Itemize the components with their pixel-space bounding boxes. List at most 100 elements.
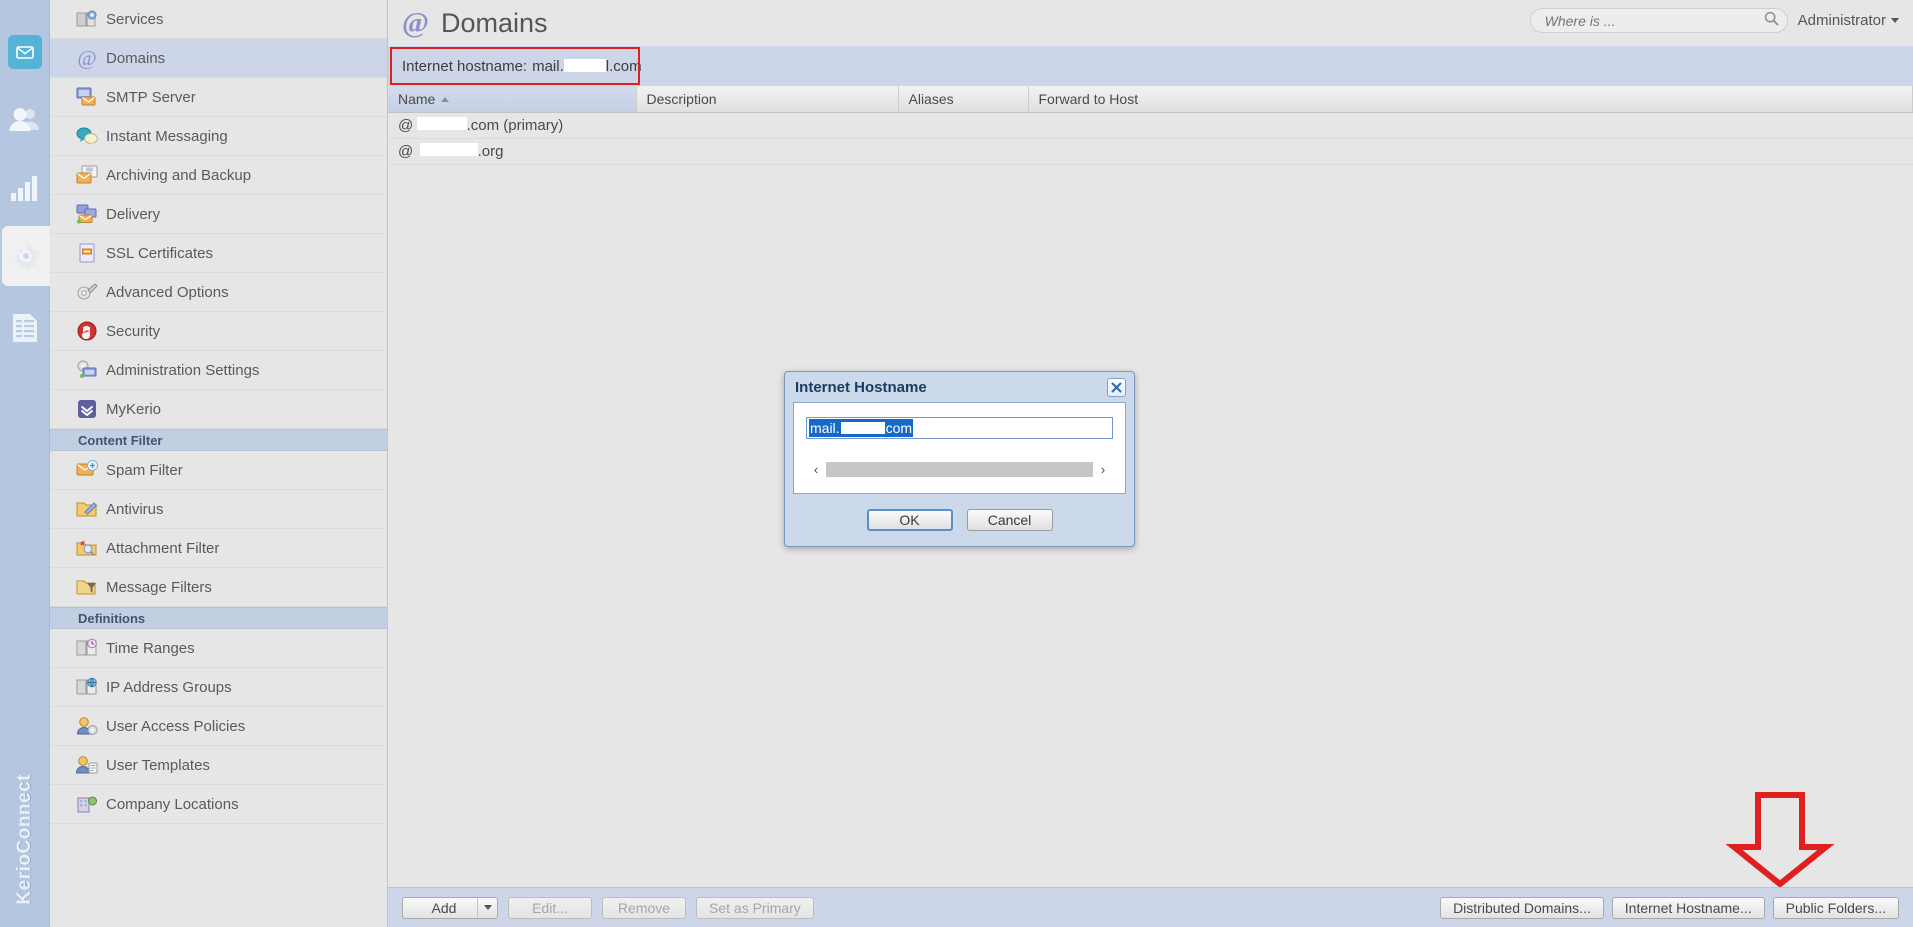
sidebar-item-instant-messaging[interactable]: Instant Messaging bbox=[50, 117, 387, 156]
user-templates-icon bbox=[76, 754, 98, 776]
antivirus-icon bbox=[76, 498, 98, 520]
internet-hostname-value: mail. l.com bbox=[532, 58, 642, 75]
add-button[interactable]: Add bbox=[402, 897, 498, 919]
sidebar-item-attachment-filter[interactable]: Attachment Filter bbox=[50, 529, 387, 568]
dialog-footer: OK Cancel bbox=[785, 494, 1134, 546]
sidebar-item-administration-settings[interactable]: Administration Settings bbox=[50, 351, 387, 390]
internet-hostname-button[interactable]: Internet Hostname... bbox=[1612, 897, 1765, 919]
domain-description-cell bbox=[636, 138, 898, 164]
sidebar-item-user-templates[interactable]: User Templates bbox=[50, 746, 387, 785]
sidebar-item-delivery[interactable]: Delivery bbox=[50, 195, 387, 234]
redaction-block bbox=[420, 143, 478, 156]
table-row[interactable]: @ .com (primary) bbox=[388, 112, 1913, 138]
table-row[interactable]: @ .org bbox=[388, 138, 1913, 164]
add-button-label: Add bbox=[403, 900, 477, 916]
sidebar-item-advanced-options[interactable]: Advanced Options bbox=[50, 273, 387, 312]
sidebar-item-services[interactable]: Services bbox=[50, 0, 387, 39]
sidebar-item-user-access-policies[interactable]: User Access Policies bbox=[50, 707, 387, 746]
remove-button[interactable]: Remove bbox=[602, 897, 686, 919]
hostname-input[interactable]: mail.com bbox=[806, 417, 1113, 439]
user-access-policies-icon bbox=[76, 715, 98, 737]
dialog-title: Internet Hostname bbox=[795, 379, 927, 396]
chevron-right-icon[interactable]: › bbox=[1093, 461, 1113, 478]
ok-button[interactable]: OK bbox=[867, 509, 953, 531]
rail-item-configuration[interactable] bbox=[2, 226, 50, 286]
sidebar-item-label: Services bbox=[106, 11, 164, 28]
hostname-prefix: mail. bbox=[532, 58, 564, 75]
mykerio-icon bbox=[76, 398, 98, 420]
edit-button[interactable]: Edit... bbox=[508, 897, 592, 919]
security-icon bbox=[76, 320, 98, 342]
chevron-left-icon[interactable]: ‹ bbox=[806, 461, 826, 478]
cancel-button[interactable]: Cancel bbox=[967, 509, 1053, 531]
hostname-suffix: l.com bbox=[606, 58, 642, 75]
rail-item-logs[interactable] bbox=[0, 298, 50, 358]
at-domains-icon: @ bbox=[398, 143, 413, 160]
internet-hostname-dialog: Internet Hostname mail.com ‹ › OK Cancel bbox=[784, 371, 1135, 547]
sidebar-item-label: IP Address Groups bbox=[106, 679, 232, 696]
horizontal-scrollbar[interactable]: ‹ › bbox=[806, 461, 1113, 478]
scrollbar-track[interactable] bbox=[826, 462, 1093, 477]
sidebar-item-label: Domains bbox=[106, 50, 165, 67]
sidebar-item-ssl-certificates[interactable]: SSL Certificates bbox=[50, 234, 387, 273]
brand-label: KerioConnect bbox=[14, 774, 36, 905]
sidebar-empty-space bbox=[50, 824, 387, 927]
message-filters-icon bbox=[76, 576, 98, 598]
sidebar-item-label: Spam Filter bbox=[106, 462, 183, 479]
redaction-block bbox=[564, 59, 606, 72]
sidebar-item-label: User Access Policies bbox=[106, 718, 245, 735]
sidebar-item-label: Advanced Options bbox=[106, 284, 229, 301]
dialog-body: mail.com ‹ › bbox=[793, 402, 1126, 494]
sidebar-item-spam-filter[interactable]: Spam Filter bbox=[50, 451, 387, 490]
chevron-down-icon[interactable] bbox=[477, 898, 497, 918]
sidebar-item-domains[interactable]: @ Domains bbox=[50, 39, 387, 78]
distributed-domains-button[interactable]: Distributed Domains... bbox=[1440, 897, 1604, 919]
account-menu[interactable]: Administrator bbox=[1798, 12, 1899, 29]
main-content: @ Domains Administrator Internet hostnam… bbox=[388, 0, 1913, 927]
icon-rail: KerioConnect bbox=[0, 0, 50, 927]
hostname-input-suffix: com bbox=[886, 420, 912, 436]
company-locations-icon bbox=[76, 793, 98, 815]
sidebar-item-label: Antivirus bbox=[106, 501, 164, 518]
rail-item-users[interactable] bbox=[0, 90, 50, 150]
sidebar-item-label: SSL Certificates bbox=[106, 245, 213, 262]
public-folders-button[interactable]: Public Folders... bbox=[1773, 897, 1899, 919]
gear-configuration-icon bbox=[10, 240, 42, 272]
sidebar-item-label: SMTP Server bbox=[106, 89, 196, 106]
sidebar-item-company-locations[interactable]: Company Locations bbox=[50, 785, 387, 824]
column-header-aliases[interactable]: Aliases bbox=[898, 86, 1028, 112]
page-header: @ Domains Administrator bbox=[388, 0, 1913, 46]
column-header-name[interactable]: Name bbox=[388, 86, 636, 112]
search-box[interactable] bbox=[1530, 8, 1788, 33]
at-domains-icon: @ bbox=[402, 9, 429, 38]
rail-item-mail[interactable] bbox=[0, 22, 50, 82]
sidebar-item-mykerio[interactable]: MyKerio bbox=[50, 390, 387, 429]
sidebar-item-time-ranges[interactable]: Time Ranges bbox=[50, 629, 387, 668]
rail-item-statistics[interactable] bbox=[0, 158, 50, 218]
ssl-certificates-icon bbox=[76, 242, 98, 264]
domain-forward-cell bbox=[1028, 138, 1913, 164]
sidebar-item-smtp-server[interactable]: SMTP Server bbox=[50, 78, 387, 117]
sidebar-item-antivirus[interactable]: Antivirus bbox=[50, 490, 387, 529]
set-as-primary-button[interactable]: Set as Primary bbox=[696, 897, 814, 919]
search-icon[interactable] bbox=[1764, 11, 1779, 30]
sidebar-nav: Services @ Domains SMTP Server Instant M… bbox=[50, 0, 388, 927]
archiving-backup-icon bbox=[76, 164, 98, 186]
column-header-forward-to-host[interactable]: Forward to Host bbox=[1028, 86, 1913, 112]
smtp-server-icon bbox=[76, 86, 98, 108]
logs-document-icon bbox=[11, 312, 39, 344]
sidebar-item-ip-address-groups[interactable]: IP Address Groups bbox=[50, 668, 387, 707]
column-header-description[interactable]: Description bbox=[636, 86, 898, 112]
application-window: KerioConnect Services @ Domains SMTP Ser… bbox=[0, 0, 1913, 927]
search-input[interactable] bbox=[1545, 13, 1764, 29]
instant-messaging-icon bbox=[76, 125, 98, 147]
close-icon[interactable] bbox=[1107, 378, 1126, 397]
ip-address-groups-icon bbox=[76, 676, 98, 698]
at-domains-icon: @ bbox=[398, 117, 413, 134]
attachment-filter-icon bbox=[76, 537, 98, 559]
header-right: Administrator bbox=[1530, 8, 1899, 33]
sidebar-item-message-filters[interactable]: Message Filters bbox=[50, 568, 387, 607]
sidebar-item-security[interactable]: Security bbox=[50, 312, 387, 351]
sidebar-item-archiving-and-backup[interactable]: Archiving and Backup bbox=[50, 156, 387, 195]
sidebar-group-label: Definitions bbox=[78, 611, 145, 626]
